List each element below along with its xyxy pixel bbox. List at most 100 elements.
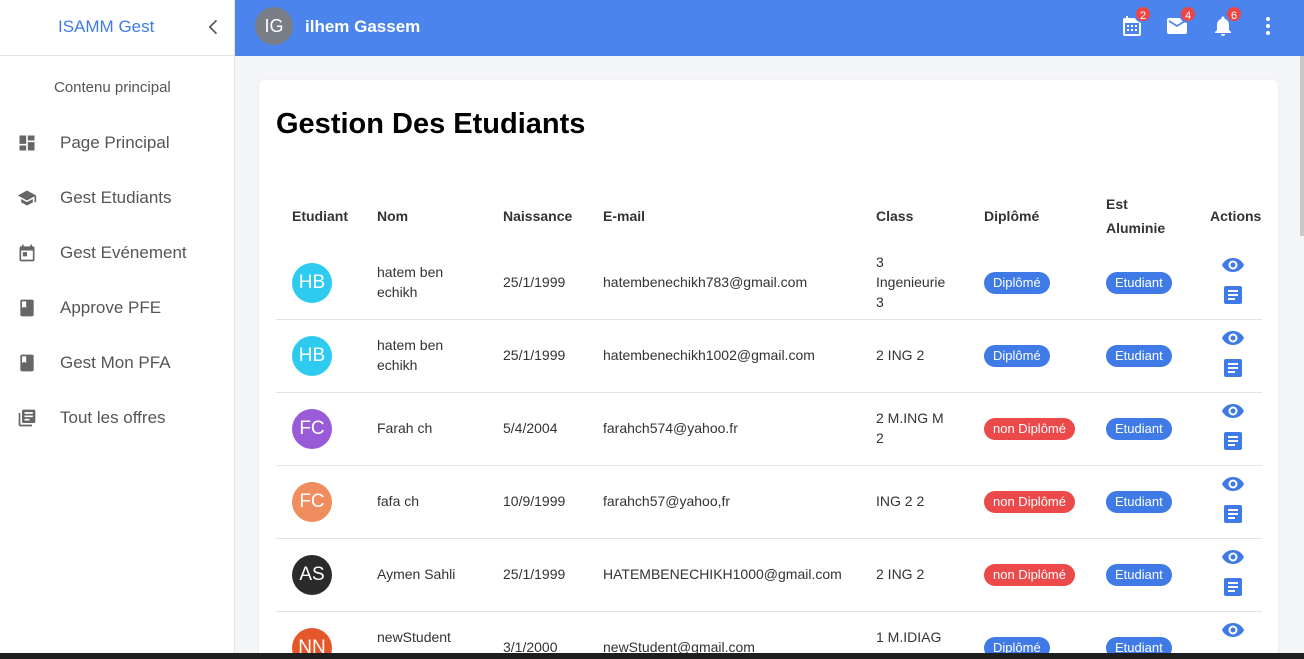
table-row[interactable]: FC Farah ch 5/4/2004 farahch574@yahoo.fr… <box>276 393 1262 466</box>
book-icon <box>20 354 34 372</box>
eye-icon[interactable] <box>1221 545 1245 569</box>
eye-icon[interactable] <box>1221 618 1245 642</box>
scrollbar[interactable] <box>1300 56 1304 236</box>
diploma-badge: non Diplômé <box>984 418 1075 440</box>
more-vert-icon <box>1266 17 1270 35</box>
class: 2 ING 2 <box>876 347 925 363</box>
table-row[interactable]: HB hatem ben echikh 25/1/1999 hatembenech… <box>276 247 1262 320</box>
column-header-email[interactable]: E-mail <box>603 204 645 228</box>
sidebar-item-label: Gest Mon PFA <box>60 353 171 372</box>
student-avatar: HB <box>292 263 332 303</box>
sidebar-item-approve-pfe[interactable]: Approve PFE <box>0 283 234 333</box>
document-icon[interactable] <box>1221 356 1245 380</box>
alumni-badge: Etudiant <box>1106 564 1172 586</box>
column-header-name[interactable]: Nom <box>377 204 408 228</box>
birth-date: 25/1/1999 <box>503 274 566 290</box>
class: 2 M.ING M2 <box>876 410 944 446</box>
student-name: Farah ch <box>377 420 433 436</box>
column-header-alumni[interactable]: Est Aluminie <box>1106 192 1165 240</box>
column-header-alumni-line1: Est <box>1106 196 1128 212</box>
class: 3 Ingenieurie 3 <box>876 254 946 310</box>
page-title: Gestion Des Etudiants <box>276 108 586 140</box>
user-name: ilhem Gassem <box>305 17 421 36</box>
sidebar-item-label: Tout les offres <box>60 408 166 427</box>
sidebar-section-label: Contenu principal <box>54 79 171 96</box>
sidebar-item-label: Page Principal <box>60 133 170 152</box>
sidebar-item-label: Gest Evénement <box>60 243 187 262</box>
diploma-badge: Diplômé <box>984 272 1050 294</box>
calendar-notification-button[interactable]: 2 <box>1120 5 1152 38</box>
birth-date: 25/1/1999 <box>503 566 566 582</box>
diploma-badge: Diplômé <box>984 345 1050 367</box>
column-header-student[interactable]: Etudiant <box>292 204 348 228</box>
sidebar: ISAMM Gest Contenu principal Page Princi… <box>0 0 235 659</box>
mail-button[interactable]: 4 <box>1165 5 1197 38</box>
notification-badge: 6 <box>1225 5 1243 23</box>
table-row[interactable]: FC fafa ch 10/9/1999 farahch57@yahoo,fr … <box>276 466 1262 539</box>
eye-icon[interactable] <box>1221 326 1245 350</box>
column-header-actions: Actions <box>1210 208 1262 224</box>
more-menu-button[interactable] <box>1256 14 1280 38</box>
document-icon[interactable] <box>1221 575 1245 599</box>
birth-date: 10/9/1999 <box>503 493 566 509</box>
table-row[interactable]: AS Aymen Sahli 25/1/1999 HATEMBENECHIKH1… <box>276 539 1262 612</box>
eye-icon[interactable] <box>1221 253 1245 277</box>
student-name: hatem ben echikh <box>377 337 444 373</box>
student-avatar: FC <box>292 482 332 522</box>
student-name: Aymen Sahli <box>377 566 456 582</box>
table-row[interactable]: NN newStudent 3/1/2000 newStudent@gmail.… <box>276 612 1262 659</box>
dashboard-icon <box>19 135 35 151</box>
chevron-left-icon[interactable] <box>204 17 224 37</box>
user-avatar[interactable]: IG <box>255 7 293 45</box>
student-avatar: FC <box>292 409 332 449</box>
birth-date: 5/4/2004 <box>503 420 558 436</box>
column-header-class[interactable]: Class <box>876 204 913 228</box>
notifications-button[interactable]: 6 <box>1211 5 1243 38</box>
student-name: hatem ben echikh <box>377 264 444 300</box>
calendar-icon <box>19 244 35 262</box>
eye-icon[interactable] <box>1221 399 1245 423</box>
alumni-badge: Etudiant <box>1106 491 1172 513</box>
diploma-badge: non Diplômé <box>984 491 1075 513</box>
email: farahch57@yahoo,fr <box>603 493 731 509</box>
sidebar-item-label: Approve PFE <box>60 298 162 317</box>
app-title[interactable]: ISAMM Gest <box>58 17 154 37</box>
book-icon <box>20 299 34 317</box>
class: 2 ING 2 <box>876 566 925 582</box>
document-icon[interactable] <box>1221 502 1245 526</box>
alumni-badge: Etudiant <box>1106 272 1172 294</box>
diploma-badge: non Diplômé <box>984 564 1075 586</box>
sidebar-item-label: Gest Etudiants <box>60 188 172 207</box>
document-icon[interactable] <box>1221 429 1245 453</box>
library-books-icon <box>18 409 36 427</box>
email: hatembenechikh1002@gmail.com <box>603 347 815 363</box>
sidebar-item-gest-etudiants[interactable]: Gest Etudiants <box>0 173 234 223</box>
class: 1 M.IDIAG <box>876 629 942 645</box>
student-name: fafa ch <box>377 493 420 509</box>
taskbar-strip <box>0 653 1304 659</box>
student-name: newStudent <box>377 629 451 645</box>
school-icon <box>17 190 37 206</box>
sidebar-item-page-principal[interactable]: Page Principal <box>0 118 234 168</box>
sidebar-item-gest-mon-pfa[interactable]: Gest Mon PFA <box>0 338 234 388</box>
column-header-birth[interactable]: Naissance <box>503 204 572 228</box>
table-row[interactable]: HB hatem ben echikh 25/1/1999 hatembenech… <box>276 320 1262 393</box>
sidebar-item-gest-evenement[interactable]: Gest Evénement <box>0 228 234 278</box>
email: farahch574@yahoo.fr <box>603 420 738 436</box>
alumni-badge: Etudiant <box>1106 345 1172 367</box>
email: HATEMBENECHIKH1000@gmail.com <box>603 566 842 582</box>
student-avatar: AS <box>292 555 332 595</box>
class: ING 2 2 <box>876 493 925 509</box>
top-bar: IG ilhem Gassem 2 4 6 <box>235 0 1304 56</box>
email: hatembenechikh783@gmail.com <box>603 274 808 290</box>
mail-badge: 4 <box>1179 5 1197 23</box>
student-avatar: HB <box>292 336 332 376</box>
alumni-badge: Etudiant <box>1106 418 1172 440</box>
column-header-diploma[interactable]: Diplômé <box>984 204 1039 228</box>
calendar-badge: 2 <box>1134 5 1152 23</box>
document-icon[interactable] <box>1221 283 1245 307</box>
sidebar-header: ISAMM Gest <box>0 0 234 56</box>
column-header-alumni-line2: Aluminie <box>1106 220 1166 236</box>
eye-icon[interactable] <box>1221 472 1245 496</box>
sidebar-item-tout-les-offres[interactable]: Tout les offres <box>0 393 234 443</box>
